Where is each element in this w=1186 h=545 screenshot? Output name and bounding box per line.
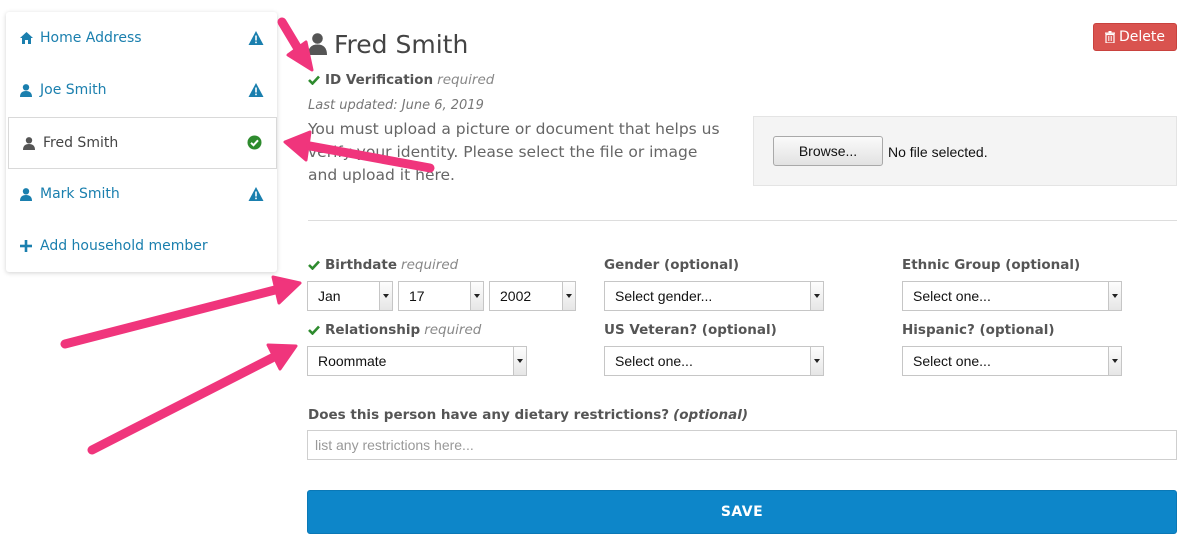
us-veteran-label: US Veteran? (optional) <box>604 322 777 338</box>
last-updated-text: Last updated: June 6, 2019 <box>308 98 484 113</box>
sidebar-item-label: Add household member <box>40 238 208 254</box>
user-icon <box>20 187 36 201</box>
user-icon <box>308 33 334 55</box>
annotation-arrow <box>277 17 305 57</box>
check-circle-icon <box>247 135 263 151</box>
annotation-arrow <box>87 353 277 455</box>
chevron-down-icon <box>1108 347 1121 375</box>
upload-instructions: You must upload a picture or document th… <box>308 120 720 184</box>
hispanic-label: Hispanic? (optional) <box>902 322 1055 338</box>
user-icon <box>23 136 39 150</box>
user-icon <box>20 83 36 97</box>
page-title-text: Fred Smith <box>334 29 469 59</box>
save-button[interactable]: SAVE <box>307 490 1177 534</box>
sidebar-item-label: Mark Smith <box>40 186 120 202</box>
add-household-member-link[interactable]: Add household member <box>6 220 277 272</box>
birth-year-select[interactable]: 2002 <box>489 281 576 311</box>
chevron-down-icon <box>810 347 823 375</box>
us-veteran-select[interactable]: Select one... <box>604 346 824 376</box>
delete-button[interactable]: Delete <box>1093 23 1177 51</box>
chevron-down-icon <box>1108 282 1121 310</box>
sidebar-item-label: Home Address <box>40 30 142 46</box>
delete-label: Delete <box>1119 29 1165 45</box>
gender-label: Gender (optional) <box>604 257 740 273</box>
ethnic-group-label: Ethnic Group (optional) <box>902 257 1081 273</box>
hispanic-select[interactable]: Select one... <box>902 346 1122 376</box>
file-upload-area: Browse... No file selected. <box>753 116 1177 186</box>
chevron-down-icon <box>513 347 526 375</box>
file-status-text: No file selected. <box>888 144 988 160</box>
warning-icon <box>248 186 264 202</box>
household-sidebar: Home Address Joe Smith Fred Smith Mark S… <box>6 12 277 272</box>
home-icon <box>20 32 36 44</box>
check-icon <box>308 325 320 335</box>
plus-icon <box>20 240 36 252</box>
sidebar-item-label: Joe Smith <box>40 82 107 98</box>
warning-icon <box>248 82 264 98</box>
dietary-label: Does this person have any dietary restri… <box>308 407 749 423</box>
sidebar-item-fred-smith[interactable]: Fred Smith <box>8 117 277 169</box>
check-icon <box>308 260 320 270</box>
relationship-select[interactable]: Roommate <box>307 346 527 376</box>
chevron-down-icon <box>379 282 392 310</box>
ethnic-group-select[interactable]: Select one... <box>902 281 1122 311</box>
chevron-down-icon <box>810 282 823 310</box>
check-icon <box>308 75 320 85</box>
trash-icon <box>1105 31 1119 43</box>
id-verification-label: ID Verification required <box>308 72 494 88</box>
gender-select[interactable]: Select gender... <box>604 281 824 311</box>
birthdate-label: Birthdate required <box>308 257 458 273</box>
sidebar-item-mark-smith[interactable]: Mark Smith <box>6 168 277 220</box>
warning-icon <box>248 30 264 46</box>
birth-month-select[interactable]: Jan <box>307 281 393 311</box>
browse-button[interactable]: Browse... <box>773 136 883 166</box>
page-title: Fred Smith <box>308 28 468 60</box>
dietary-restrictions-input[interactable] <box>307 430 1177 460</box>
chevron-down-icon <box>562 282 575 310</box>
sidebar-item-joe-smith[interactable]: Joe Smith <box>6 64 277 116</box>
annotation-arrow <box>60 285 280 349</box>
divider <box>308 220 1177 221</box>
sidebar-item-home-address[interactable]: Home Address <box>6 12 277 64</box>
relationship-label: Relationship required <box>308 322 481 338</box>
sidebar-item-label: Fred Smith <box>43 135 119 151</box>
chevron-down-icon <box>470 282 483 310</box>
birth-day-select[interactable]: 17 <box>398 281 484 311</box>
